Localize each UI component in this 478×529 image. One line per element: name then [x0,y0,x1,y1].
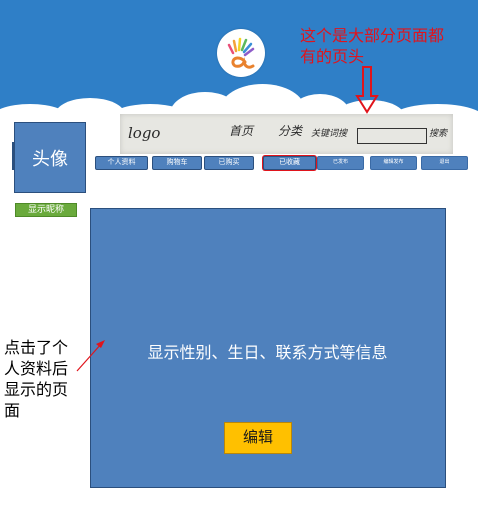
left-annotation: 点击了个 人资料后 显示的页 面 [4,337,84,421]
sketch-logo-text: logo [128,124,161,142]
avatar[interactable]: 头像 [14,122,86,193]
annotation-header-line1: 这个是大部分页面都 [300,26,445,45]
sketch-search-box [357,128,427,144]
sketch-search-button: 搜索 [429,129,448,139]
sketch-category1: 首页 [229,124,254,138]
edit-button[interactable]: 编辑 [224,422,292,454]
sketch-category2: 分类 [278,124,303,138]
left-annotation-line1: 点击了个 [4,338,69,357]
logout-button[interactable]: 退出 [421,156,468,170]
red-down-arrow-icon [355,66,379,114]
published-button[interactable]: 已发布 [317,156,364,170]
avatar-label: 头像 [32,148,68,170]
red-pointer-arrow-icon [76,340,105,372]
edit-publish-button[interactable]: 编辑发布 [370,156,417,170]
favorites-button[interactable]: 已收藏 [263,156,316,170]
left-annotation-line3: 显示的页 [4,380,69,399]
profile-button[interactable]: 个人资料 [95,156,148,170]
annotation-header-line2: 有的页头 [300,47,365,66]
sketch-search-hint: 关键词搜 [311,129,348,139]
profile-info-text: 显示性别、生日、联系方式等信息 [147,343,388,362]
left-annotation-line4: 面 [4,401,21,420]
colorful-a-logo-icon[interactable] [217,29,265,77]
cart-button[interactable]: 购物车 [152,156,202,170]
profile-info-panel: 显示性别、生日、联系方式等信息 编辑 [90,208,446,488]
bought-button[interactable]: 已购买 [204,156,254,170]
sketch-header: logo 首页 分类 关键词搜 搜索 [120,114,453,154]
nickname-badge: 显示昵称 [15,203,77,217]
left-annotation-line2: 人资料后 [4,359,69,378]
